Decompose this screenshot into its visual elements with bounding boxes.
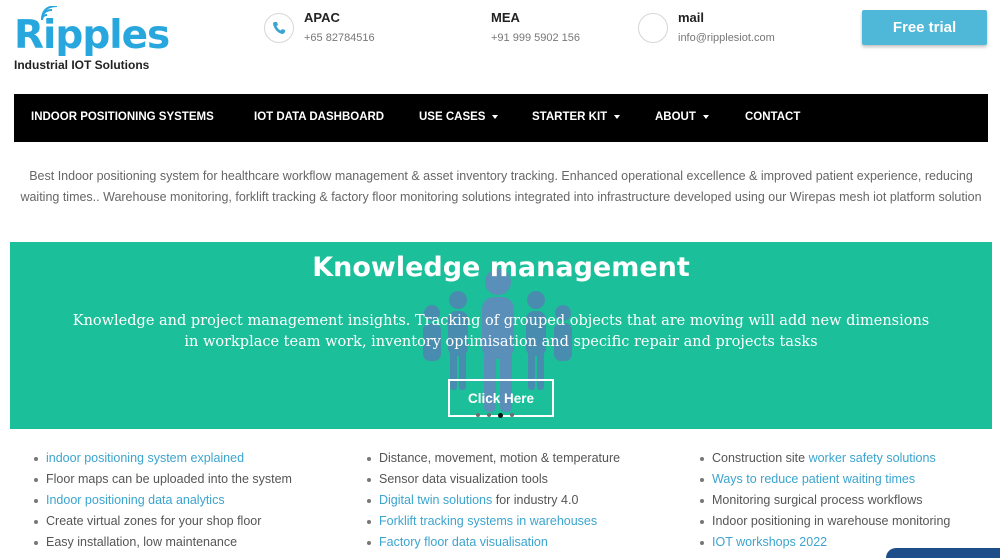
- mail-circle-icon[interactable]: [638, 13, 668, 43]
- list-link[interactable]: worker safety solutions: [809, 451, 936, 465]
- list-item[interactable]: Digital twin solutions for industry 4.0: [365, 490, 620, 511]
- list-item[interactable]: Construction site worker safety solution…: [698, 448, 950, 469]
- list-link[interactable]: Factory floor data visualisation: [379, 535, 548, 549]
- list-text: Monitoring surgical process workflows: [712, 493, 923, 507]
- list-item: Create virtual zones for your shop floor: [32, 511, 292, 532]
- nav-item-label: USE CASES: [419, 111, 486, 123]
- list-link[interactable]: Indoor positioning data analytics: [46, 493, 225, 507]
- list-item: Sensor data visualization tools: [365, 469, 620, 490]
- feature-list-2: Distance, movement, motion & temperature…: [365, 448, 620, 553]
- list-link[interactable]: Ways to reduce patient waiting times: [712, 472, 915, 486]
- list-text: Create virtual zones for your shop floor: [46, 514, 262, 528]
- nav-item-label: STARTER KIT: [532, 111, 608, 123]
- hero-slider: Knowledge management Knowledge and proje…: [10, 242, 992, 429]
- nav-item-iot-data-dashboard[interactable]: IOT DATA DASHBOARD: [254, 111, 384, 123]
- feature-list-1: indoor positioning system explained Floo…: [32, 448, 292, 553]
- nav-item-label: INDOOR POSITIONING SYSTEMS: [31, 111, 214, 123]
- hero-text: Knowledge and project management insight…: [72, 313, 930, 350]
- nav-item-contact[interactable]: CONTACT: [745, 111, 800, 123]
- list-link[interactable]: Forklift tracking systems in warehouses: [379, 514, 597, 528]
- list-item[interactable]: Factory floor data visualisation: [365, 532, 620, 553]
- nav-item-starter-kit[interactable]: STARTER KIT: [532, 111, 621, 123]
- slider-dots: [476, 412, 514, 418]
- list-item: Monitoring surgical process workflows: [698, 490, 950, 511]
- list-link[interactable]: IOT workshops 2022: [712, 535, 827, 549]
- caret-down-icon: [492, 115, 499, 119]
- nav-item-label: ABOUT: [655, 111, 696, 123]
- main-nav: INDOOR POSITIONING SYSTEMS IOT DATA DASH…: [14, 94, 988, 142]
- chat-widget-tab[interactable]: [886, 548, 1000, 558]
- list-text: Indoor positioning in warehouse monitori…: [712, 514, 951, 528]
- nav-item-label: CONTACT: [745, 111, 801, 123]
- nav-item-label: IOT DATA DASHBOARD: [254, 111, 385, 123]
- list-text: Sensor data visualization tools: [379, 472, 548, 486]
- list-link[interactable]: indoor positioning system explained: [46, 451, 244, 465]
- contact-value: +65 82784516: [304, 32, 375, 44]
- contact-value: +91 999 5902 156: [491, 32, 581, 44]
- caret-down-icon: [614, 115, 621, 119]
- list-text: for industry 4.0: [492, 493, 579, 507]
- list-link[interactable]: Digital twin solutions: [379, 493, 492, 507]
- list-item[interactable]: Indoor positioning data analytics: [32, 490, 292, 511]
- list-item[interactable]: Ways to reduce patient waiting times: [698, 469, 950, 490]
- feature-list-3: Construction site worker safety solution…: [698, 448, 950, 553]
- list-item[interactable]: Forklift tracking systems in warehouses: [365, 511, 620, 532]
- list-item: Floor maps can be uploaded into the syst…: [32, 469, 292, 490]
- slider-dot[interactable]: [510, 413, 514, 417]
- contact-title: mail: [678, 10, 705, 25]
- list-item: Indoor positioning in warehouse monitori…: [698, 511, 950, 532]
- list-item[interactable]: indoor positioning system explained: [32, 448, 292, 469]
- click-here-button[interactable]: Click Here: [448, 379, 554, 417]
- contact-title: APAC: [304, 10, 340, 25]
- phone-icon[interactable]: [264, 13, 294, 43]
- intro-text: Best Indoor positioning system for healt…: [20, 169, 982, 204]
- list-item: Easy installation, low maintenance: [32, 532, 292, 553]
- free-trial-button[interactable]: Free trial: [862, 10, 987, 45]
- slider-dot[interactable]: [487, 413, 491, 417]
- logo-text: Ripples: [14, 13, 170, 58]
- brand-logo[interactable]: Ripples Industrial IOT Solutions: [14, 6, 170, 72]
- hero-title: Knowledge management: [312, 252, 690, 283]
- nav-item-about[interactable]: ABOUT: [655, 111, 709, 123]
- slider-dot-active[interactable]: [498, 412, 503, 418]
- list-text: Construction site: [712, 451, 809, 465]
- nav-item-use-cases[interactable]: USE CASES: [419, 111, 499, 123]
- contact-value[interactable]: info@ripplesiot.com: [678, 32, 775, 44]
- list-text: Easy installation, low maintenance: [46, 535, 238, 549]
- nav-item-indoor-positioning[interactable]: INDOOR POSITIONING SYSTEMS: [31, 111, 214, 123]
- list-text: Distance, movement, motion & temperature: [379, 451, 621, 465]
- caret-down-icon: [702, 115, 709, 119]
- slider-dot[interactable]: [476, 413, 480, 417]
- contact-title: MEA: [491, 10, 520, 25]
- list-item: Distance, movement, motion & temperature: [365, 448, 620, 469]
- logo-tagline: Industrial IOT Solutions: [14, 58, 150, 72]
- list-text: Floor maps can be uploaded into the syst…: [46, 472, 292, 486]
